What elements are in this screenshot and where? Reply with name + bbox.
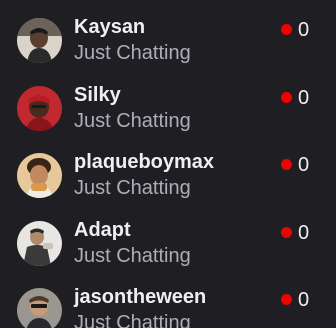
live-indicator-icon — [281, 294, 292, 305]
avatar — [17, 18, 62, 63]
channel-name: plaqueboymax — [74, 151, 215, 173]
viewer-count: 0 — [298, 289, 310, 311]
channel-category: Just Chatting — [74, 245, 191, 267]
live-indicator-icon — [281, 24, 292, 35]
live-indicator-icon — [281, 92, 292, 103]
channel-name: Silky — [74, 84, 121, 106]
channel-row-jasontheween[interactable]: jasontheween Just Chatting 0 — [0, 280, 336, 328]
live-indicator-icon — [281, 159, 292, 170]
plaqueboymax-avatar-icon — [17, 153, 62, 198]
channel-name: jasontheween — [74, 286, 207, 308]
avatar — [17, 153, 62, 198]
channel-category: Just Chatting — [74, 177, 191, 199]
live-indicator-icon — [281, 227, 292, 238]
channel-category: Just Chatting — [74, 312, 191, 328]
channel-name: Adapt — [74, 219, 131, 241]
viewer-count: 0 — [298, 19, 310, 41]
viewer-count: 0 — [298, 87, 310, 109]
channel-row-silky[interactable]: Silky Just Chatting 0 — [0, 78, 336, 138]
channel-row-adapt[interactable]: Adapt Just Chatting 0 — [0, 213, 336, 273]
viewer-count: 0 — [298, 222, 310, 244]
channel-row-kaysan[interactable]: Kaysan Just Chatting 0 — [0, 10, 336, 70]
channel-category: Just Chatting — [74, 42, 191, 64]
adapt-avatar-icon — [17, 221, 62, 266]
avatar — [17, 86, 62, 131]
kaysan-avatar-icon — [17, 18, 62, 63]
avatar — [17, 221, 62, 266]
followed-channels-list: Kaysan Just Chatting 0 Silky Just Chatti… — [0, 0, 336, 328]
silky-avatar-icon — [17, 86, 62, 131]
channel-name: Kaysan — [74, 16, 146, 38]
viewer-count: 0 — [298, 154, 310, 176]
channel-category: Just Chatting — [74, 110, 191, 132]
jasontheween-avatar-icon — [17, 288, 62, 328]
channel-row-plaqueboymax[interactable]: plaqueboymax Just Chatting 0 — [0, 145, 336, 205]
avatar — [17, 288, 62, 328]
